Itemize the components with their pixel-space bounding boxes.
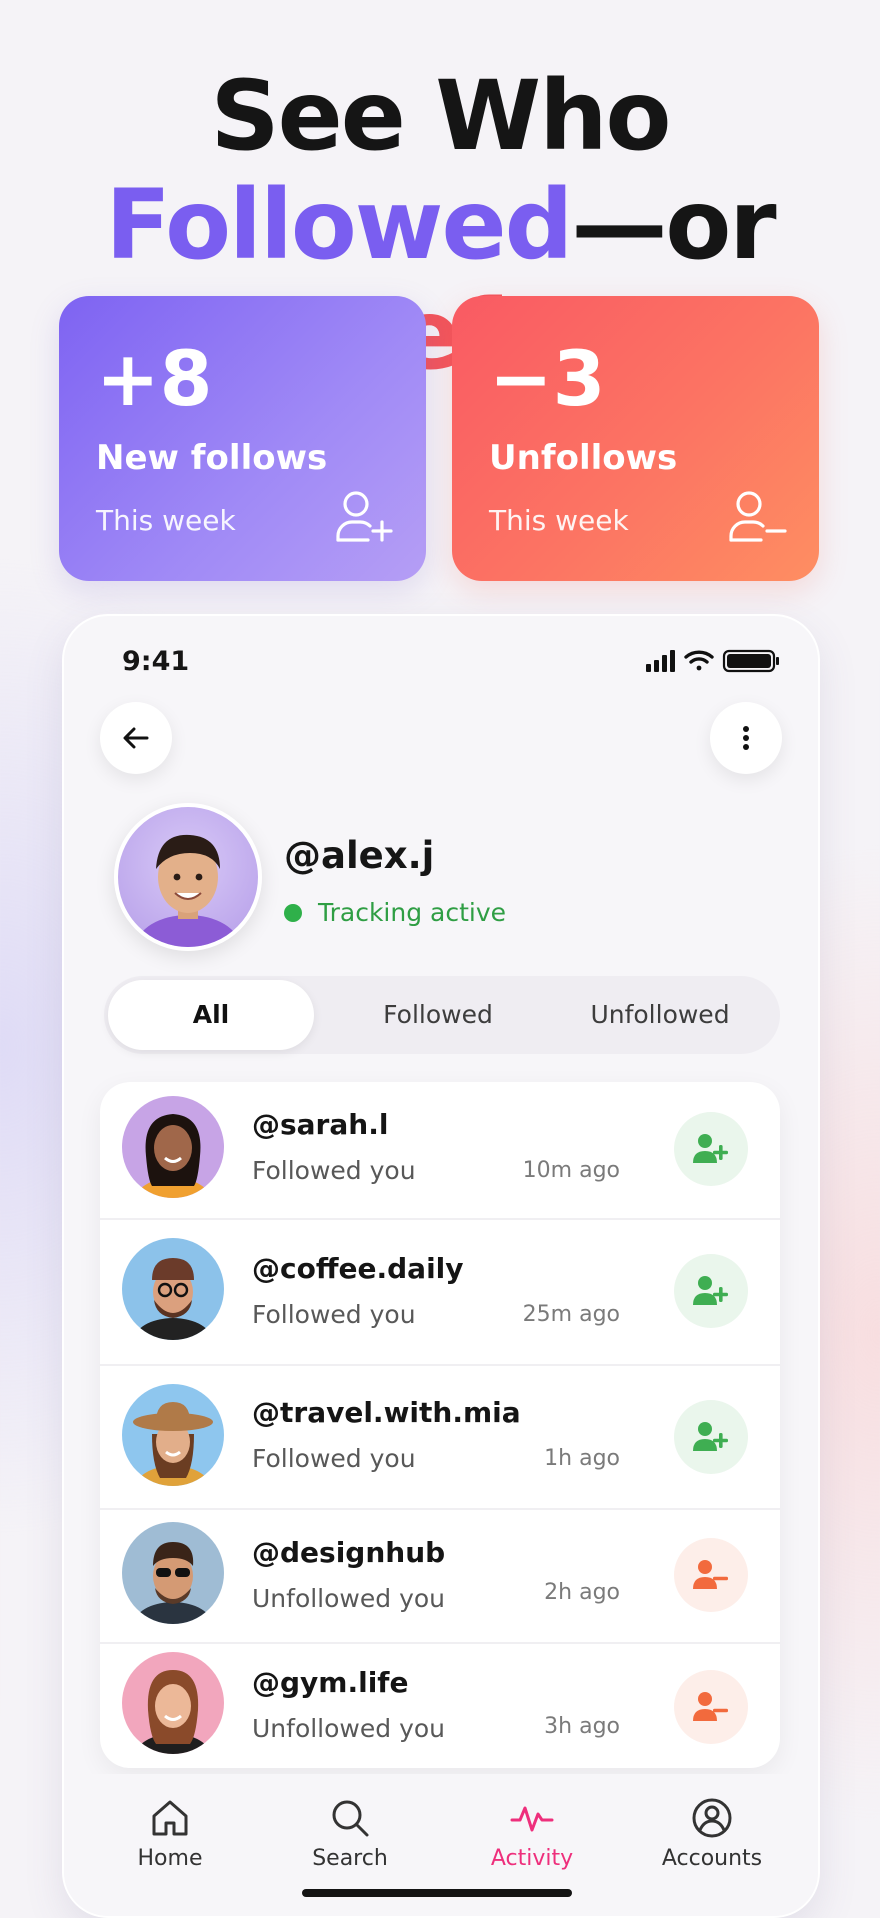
unfollows-title: Unfollows [489,438,678,478]
avatar [122,1096,224,1198]
row-time: 10m ago [522,1158,620,1183]
nav-accounts[interactable]: Accounts [622,1796,802,1871]
user-minus-icon [729,491,787,542]
row-handle: @coffee.daily [252,1252,464,1285]
nav-home-label: Home [137,1846,203,1871]
unfollows-card[interactable]: −3 Unfollows This week [452,296,819,581]
more-options-button[interactable] [710,702,782,774]
new-follows-period: This week [96,504,236,537]
status-dot [284,903,302,922]
row-time: 1h ago [544,1446,620,1471]
tracking-status: Tracking active [284,898,506,927]
headline-line1: See Who [210,60,672,172]
new-follows-count: +8 [96,334,213,423]
list-item[interactable]: @gym.life Unfollowed you 3h ago [100,1642,780,1768]
user-plus-icon [693,1422,728,1451]
user-minus-icon [693,1560,728,1589]
row-handle: @designhub [252,1536,446,1569]
list-item[interactable]: @sarah.l Followed you 10m ago [100,1082,780,1220]
row-status: Followed you [252,1444,416,1473]
row-handle: @travel.with.mia [252,1396,521,1429]
phone-screen: 9:41 @alex.j Tracking active All Followe… [62,614,820,1918]
account-icon [692,1798,732,1838]
row-handle: @gym.life [252,1666,409,1699]
battery-icon [722,649,779,673]
list-item[interactable]: @designhub Unfollowed you 2h ago [100,1508,780,1644]
row-time: 3h ago [544,1714,620,1739]
row-time: 25m ago [522,1302,620,1327]
avatar [122,1652,224,1754]
unfollow-indicator-button[interactable] [674,1670,748,1744]
unfollows-count: −3 [489,334,606,423]
unfollows-period: This week [489,504,629,537]
filter-tabs: All Followed Unfollowed [104,976,780,1054]
home-icon [152,1800,188,1836]
tracking-status-label: Tracking active [318,898,507,927]
avatar-illustration [136,834,240,947]
headline-dash-or: —or [571,169,776,281]
new-follows-card[interactable]: +8 New follows This week [59,296,426,581]
status-icons [646,649,779,673]
activity-list: @sarah.l Followed you 10m ago @coffee.da… [100,1082,780,1768]
nav-search[interactable]: Search [260,1796,440,1871]
nav-search-label: Search [312,1846,388,1871]
user-minus-icon [693,1692,728,1721]
follow-indicator-button[interactable] [674,1112,748,1186]
row-status: Unfollowed you [252,1714,446,1743]
signal-icon [646,650,675,672]
profile-handle: @alex.j [284,834,435,877]
new-follows-title: New follows [96,438,328,478]
follow-indicator-button[interactable] [674,1400,748,1474]
tab-unfollowed[interactable]: Unfollowed [550,976,770,1054]
user-plus-icon [693,1134,728,1163]
home-indicator [302,1889,572,1897]
avatar [122,1384,224,1486]
nav-activity-label: Activity [490,1846,574,1871]
row-handle: @sarah.l [252,1108,389,1141]
status-time: 9:41 [122,646,190,677]
avatar [122,1238,224,1340]
unfollow-indicator-button[interactable] [674,1538,748,1612]
more-vertical-icon [743,726,749,750]
back-button[interactable] [100,702,172,774]
avatar [122,1522,224,1624]
row-status: Followed you [252,1300,416,1329]
list-item[interactable]: @coffee.daily Followed you 25m ago [100,1218,780,1366]
profile-avatar [114,803,262,951]
nav-accounts-label: Accounts [661,1846,763,1871]
follow-indicator-button[interactable] [674,1254,748,1328]
search-icon [332,1800,369,1837]
activity-icon [510,1806,554,1832]
row-status: Unfollowed you [252,1584,446,1613]
nav-activity[interactable]: Activity [442,1796,622,1871]
list-item[interactable]: @travel.with.mia Followed you 1h ago [100,1364,780,1510]
user-plus-icon [336,491,393,542]
tab-followed[interactable]: Followed [328,976,548,1054]
wifi-icon [684,650,714,671]
headline-followed: Followed [105,169,573,281]
nav-home[interactable]: Home [80,1796,260,1871]
user-plus-icon [693,1276,728,1305]
row-status: Followed you [252,1156,416,1185]
row-time: 2h ago [544,1580,620,1605]
tab-all[interactable]: All [108,980,314,1050]
arrow-left-icon [123,727,149,749]
